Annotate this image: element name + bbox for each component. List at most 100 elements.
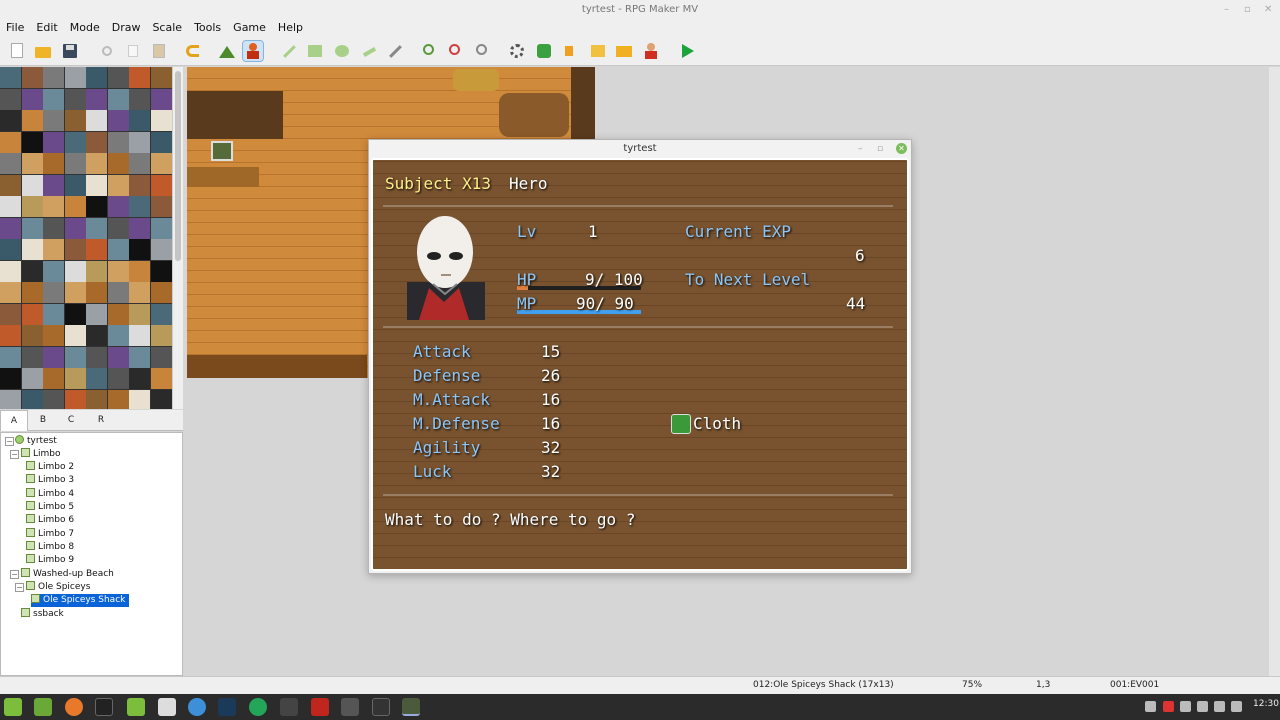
tileset-tile[interactable] [43,239,64,260]
tileset-tile[interactable] [64,131,86,153]
tileset-tile[interactable] [129,67,150,88]
map-tree-item[interactable]: Ole Spiceys [26,581,90,594]
tileset-tile[interactable] [129,174,150,196]
tileset-tile[interactable] [21,325,43,346]
fill-icon[interactable] [359,41,379,61]
scrollbar-thumb[interactable] [175,71,181,261]
tileset-tile[interactable] [107,217,129,239]
tileset-tile[interactable] [21,303,43,325]
tileset-tile[interactable] [64,282,86,303]
clipboard-tray-icon[interactable] [1214,701,1225,712]
event-searcher-icon[interactable] [588,41,608,61]
close-icon[interactable]: ✕ [1264,0,1272,19]
tileset-tile[interactable] [21,217,43,239]
tileset-tile[interactable] [86,389,107,409]
tileset-tile[interactable] [129,346,150,368]
minimize-icon[interactable]: – [1224,0,1229,19]
tileset-tile[interactable] [64,325,86,346]
tileset-tile[interactable] [129,389,150,409]
undo-icon[interactable] [183,41,203,61]
menu-help[interactable]: Help [272,19,309,36]
map-mode-icon[interactable] [217,41,237,61]
map-scrollbar[interactable] [1269,67,1280,676]
map-tree-root[interactable]: tyrtest [15,435,57,448]
tileset-tile[interactable] [21,88,43,110]
collapse-icon[interactable]: − [10,570,19,579]
tileset-tile[interactable] [86,260,107,282]
tileset-tile[interactable] [21,368,43,389]
paste-icon[interactable] [149,41,169,61]
tileset-tile[interactable] [86,153,107,174]
tileset-tile[interactable] [86,303,107,325]
tileset-tile[interactable] [129,196,150,217]
tileset-tile[interactable] [0,196,21,217]
map-tree-item[interactable]: Limbo 4 [26,488,74,501]
tileset-tile[interactable] [43,217,64,239]
tileset-tile[interactable] [150,88,172,110]
tileset-tile[interactable] [150,110,172,131]
tileset-tile[interactable] [150,260,172,282]
tileset-tile[interactable] [43,346,64,368]
steam-icon[interactable] [218,698,236,716]
tileset-tile[interactable] [21,346,43,368]
app-icon[interactable] [341,698,359,716]
tab-r[interactable]: R [87,410,115,431]
tileset-tile[interactable] [86,282,107,303]
save-project-icon[interactable] [60,41,80,61]
map-tree-item[interactable]: Limbo 8 [26,541,74,554]
database-icon[interactable] [507,41,527,61]
tileset-tile[interactable] [129,217,150,239]
tileset-tile[interactable] [0,346,21,368]
tileset-tile[interactable] [64,196,86,217]
tab-a[interactable]: A [0,410,28,431]
menu-icon[interactable] [4,698,22,716]
tileset-tile[interactable] [0,217,21,239]
tileset-tile[interactable] [86,239,107,260]
menu-scale[interactable]: Scale [146,19,188,36]
tileset-tile[interactable] [43,131,64,153]
tileset-tile[interactable] [107,239,129,260]
plugin-manager-icon[interactable] [534,41,554,61]
copy-icon[interactable] [123,41,143,61]
update-tray-icon[interactable] [1197,701,1208,712]
tileset-tile[interactable] [64,239,86,260]
tileset-tile[interactable] [0,67,21,88]
window-icon[interactable] [372,698,390,716]
tileset-tile[interactable] [107,368,129,389]
tileset-tile[interactable] [21,196,43,217]
menu-mode[interactable]: Mode [64,19,106,36]
tileset-tile[interactable] [0,88,21,110]
tileset-tile[interactable] [64,346,86,368]
ellipse-icon[interactable] [332,41,352,61]
shadow-pen-icon[interactable] [385,41,405,61]
tileset-tile[interactable] [86,346,107,368]
map-tree-item[interactable]: Limbo 5 [26,501,74,514]
tileset-tile[interactable] [107,153,129,174]
tileset-tile[interactable] [64,88,86,110]
tileset-tile[interactable] [107,260,129,282]
tileset-tile[interactable] [107,325,129,346]
tileset-tile[interactable] [21,153,43,174]
terminal-icon[interactable] [95,698,113,716]
tileset-tile[interactable] [21,239,43,260]
tileset-tile[interactable] [0,110,21,131]
tileset-tile[interactable] [43,303,64,325]
tileset-palette[interactable] [0,67,172,409]
maximize-icon[interactable]: ▫ [877,144,883,154]
map-tree-item[interactable]: Limbo 7 [26,528,74,541]
tileset-tile[interactable] [86,88,107,110]
tileset-tile[interactable] [129,153,150,174]
zoom-out-icon[interactable] [446,41,466,61]
tileset-tile[interactable] [0,368,21,389]
playtest-icon[interactable] [677,41,697,61]
tileset-tile[interactable] [107,389,129,409]
tileset-tile[interactable] [43,153,64,174]
tileset-tile[interactable] [21,67,43,88]
map-tree-item[interactable]: Limbo [21,448,61,461]
firefox-icon[interactable] [65,698,83,716]
map-tree-item[interactable]: Limbo 3 [26,474,74,487]
app-icon[interactable] [280,698,298,716]
tileset-tile[interactable] [86,131,107,153]
map-tree-item[interactable]: Limbo 2 [26,461,74,474]
tileset-tile[interactable] [107,346,129,368]
